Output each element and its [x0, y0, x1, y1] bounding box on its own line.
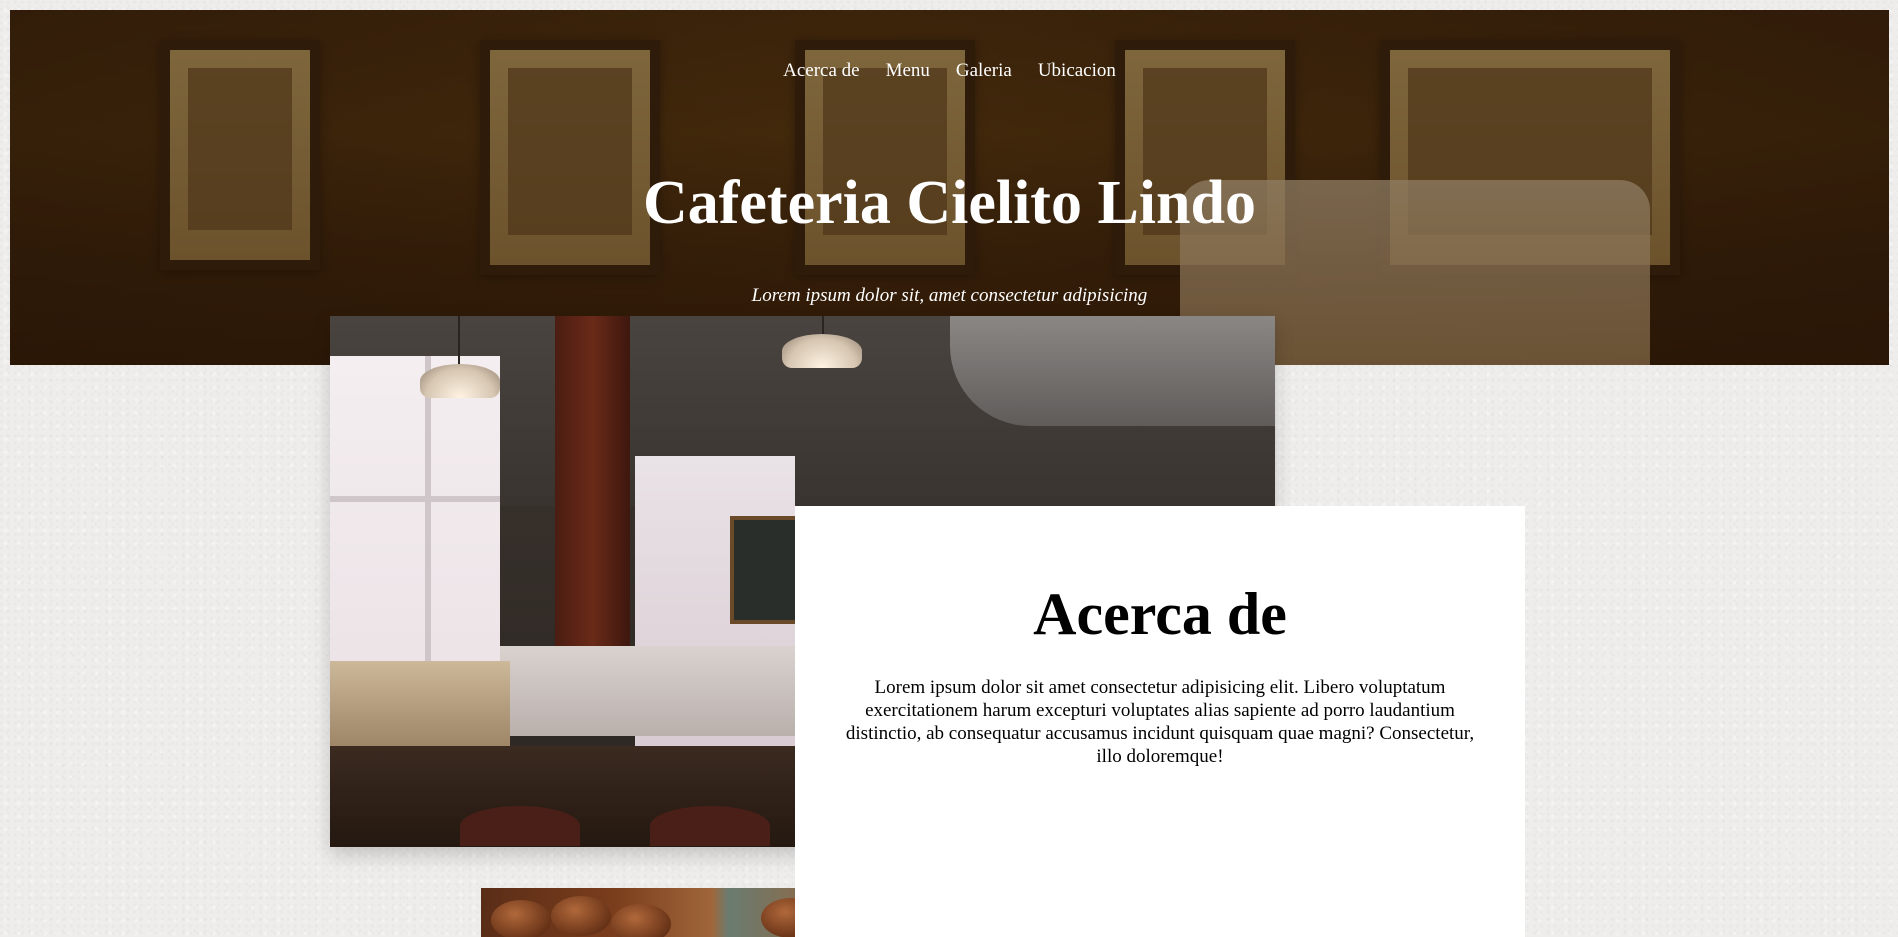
pendant-lamp: [782, 334, 862, 368]
hero-banner: Acerca de Menu Galeria Ubicacion Cafeter…: [10, 10, 1889, 365]
main-navigation: Acerca de Menu Galeria Ubicacion: [10, 60, 1889, 82]
site-title: Cafeteria Cielito Lindo: [642, 169, 1256, 237]
nav-link-acerca-de[interactable]: Acerca de: [783, 60, 859, 82]
about-heading: Acerca de: [1033, 581, 1287, 647]
nav-link-ubicacion[interactable]: Ubicacion: [1038, 60, 1116, 82]
pendant-lamp: [420, 364, 500, 398]
gravity-crate: [330, 661, 510, 746]
coffee-beans-photo: [481, 888, 811, 937]
about-section: Acerca de Lorem ipsum dolor sit amet con…: [795, 506, 1525, 937]
nav-link-menu[interactable]: Menu: [886, 60, 930, 82]
site-subtitle: Lorem ipsum dolor sit, amet consectetur …: [751, 285, 1148, 306]
about-description: Lorem ipsum dolor sit amet consectetur a…: [845, 677, 1475, 767]
nav-link-galeria[interactable]: Galeria: [956, 60, 1012, 82]
